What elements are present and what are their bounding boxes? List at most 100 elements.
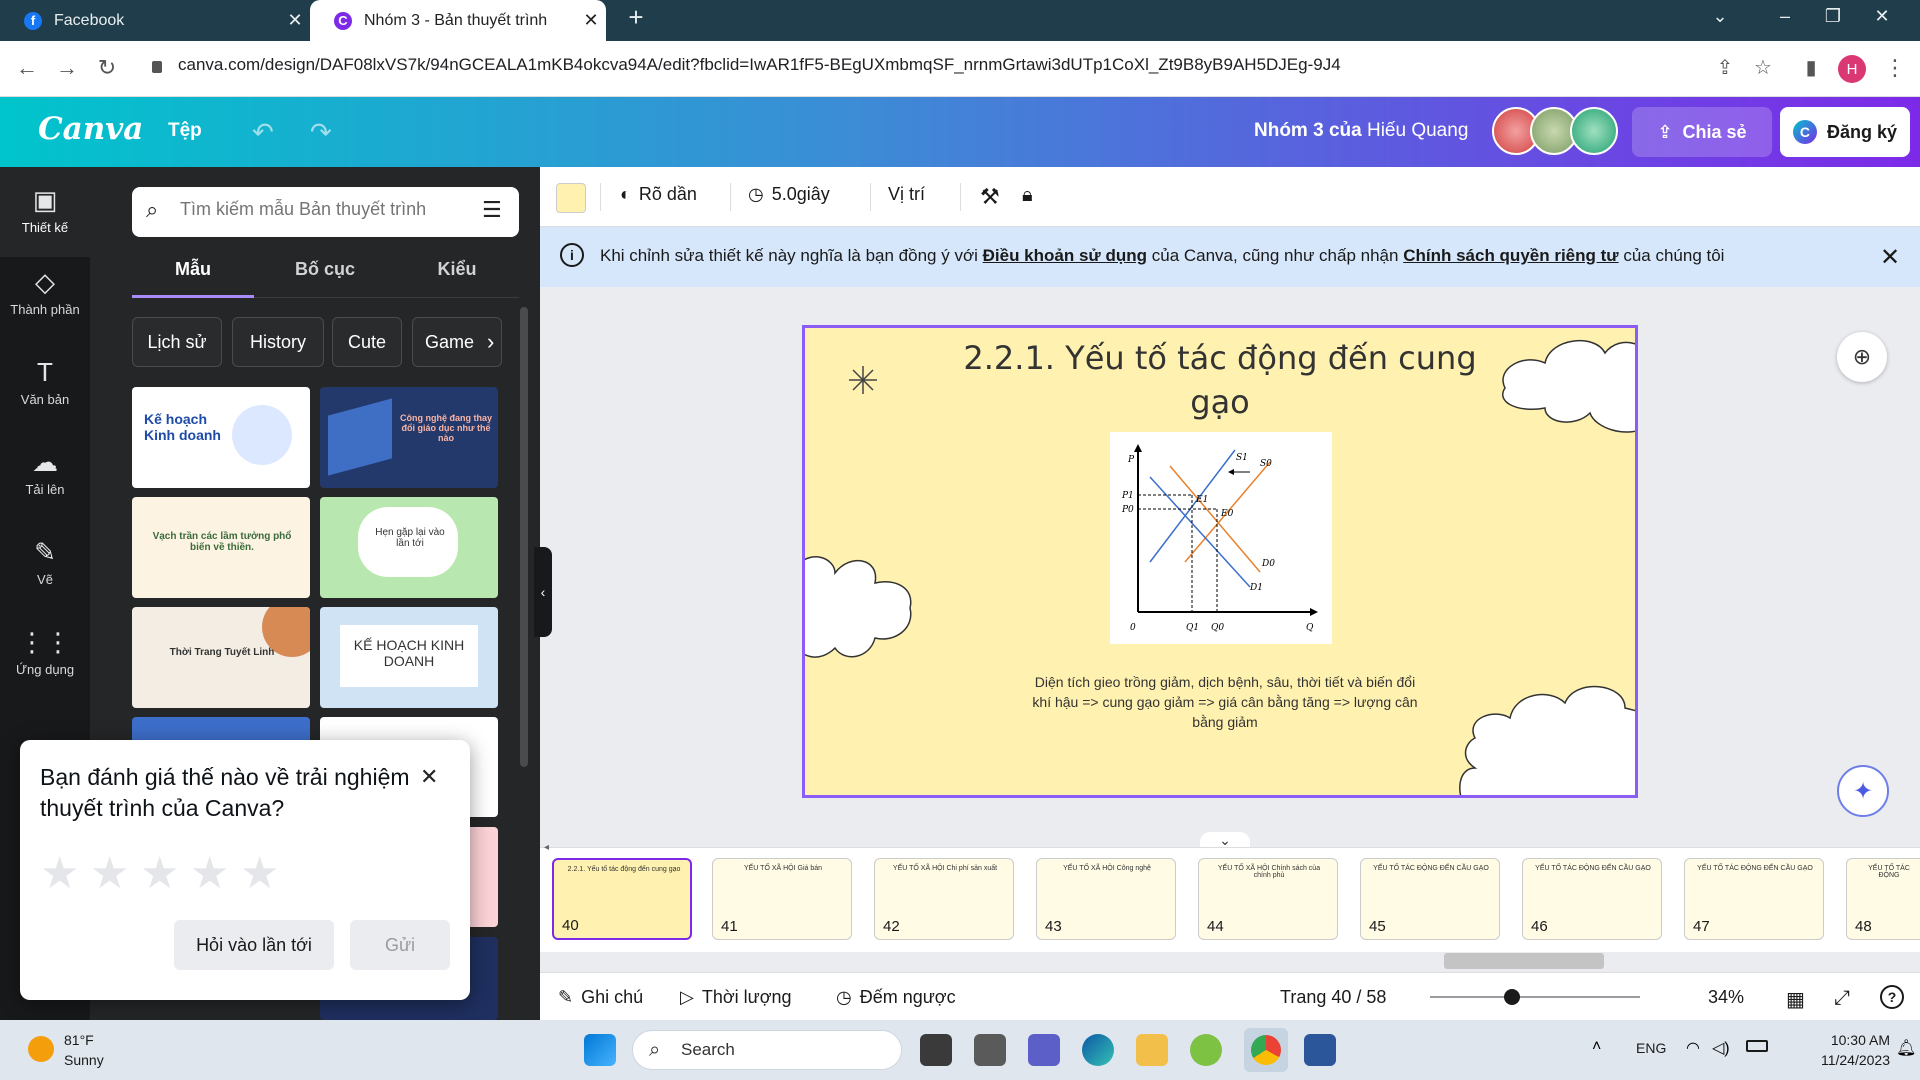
star-icon[interactable]: ★ bbox=[190, 848, 229, 899]
page-thumbnail[interactable]: YẾU TỐ TÁC ĐỘNG ĐẾN CẦU GẠO 45 bbox=[1360, 858, 1500, 940]
reload-icon[interactable]: ↻ bbox=[92, 55, 122, 81]
filter-icon[interactable]: ☰ bbox=[482, 197, 502, 223]
comment-button[interactable]: ⊕ bbox=[1837, 332, 1887, 382]
tab-styles[interactable]: Kiểu bbox=[402, 259, 512, 280]
close-notice-icon[interactable]: ✕ bbox=[1880, 243, 1900, 272]
filmstrip-scrollbar[interactable] bbox=[1444, 953, 1604, 969]
notification-icon[interactable]: 🔔︎ bbox=[1896, 1038, 1916, 1058]
ask-later-button[interactable]: Hỏi vào lần tới bbox=[174, 920, 334, 970]
language-indicator[interactable]: ENG bbox=[1636, 1040, 1666, 1056]
rail-item-design[interactable]: ▣ Thiết kế bbox=[0, 167, 90, 257]
page-thumbnail[interactable]: YẾU TỐ XÃ HỘI Chính sách của chính phủ 4… bbox=[1198, 858, 1338, 940]
send-button[interactable]: Gửi bbox=[350, 920, 450, 970]
star-icon[interactable]: ★ bbox=[140, 848, 179, 899]
template-card[interactable]: Kế hoạch Kinh doanh bbox=[132, 387, 310, 488]
task-view-icon[interactable] bbox=[974, 1034, 1006, 1066]
magic-assistant-button[interactable]: ✦ bbox=[1837, 765, 1889, 817]
chevron-right-icon[interactable]: › bbox=[487, 329, 494, 355]
chip-history[interactable]: History bbox=[232, 317, 324, 367]
page-thumbnail[interactable]: YẾU TỐ TÁC ĐỘNG ĐẾN CẦU GẠO 47 bbox=[1684, 858, 1824, 940]
zoom-level[interactable]: 34% bbox=[1708, 987, 1744, 1008]
rail-item-draw[interactable]: ✎ Vẽ bbox=[0, 537, 90, 587]
rail-item-elements[interactable]: ◇ Thành phần bbox=[0, 267, 90, 317]
slide-caption[interactable]: Diện tích gieo trồng giảm, dịch bệnh, sâ… bbox=[1025, 672, 1425, 732]
close-tab-icon[interactable]: ✕ bbox=[280, 10, 310, 31]
tab-search-icon[interactable]: ⌄ bbox=[1700, 6, 1740, 27]
duration-button[interactable]: ▷ Thời lượng bbox=[680, 987, 792, 1008]
collapse-panel-icon[interactable]: ‹ bbox=[534, 547, 552, 637]
canva-logo[interactable]: Canva bbox=[38, 111, 143, 147]
star-icon[interactable]: ★ bbox=[90, 848, 129, 899]
taskbar-search[interactable]: ⌕ Search bbox=[632, 1030, 902, 1070]
file-menu[interactable]: Tệp bbox=[168, 120, 202, 142]
scroll-left-icon[interactable]: ◂ bbox=[544, 842, 549, 853]
slide-canvas[interactable]: 2.2.1. Yếu tố tác động đến cung gạo P P1… bbox=[802, 325, 1638, 798]
close-window-icon[interactable]: ✕ bbox=[1862, 6, 1902, 27]
position-button[interactable]: Vị trí bbox=[888, 184, 925, 205]
page-thumbnail[interactable]: 2.2.1. Yếu tố tác động đến cung gạo 40 bbox=[552, 858, 692, 940]
redo-icon[interactable]: ↷ bbox=[310, 117, 332, 148]
app-icon[interactable] bbox=[1190, 1034, 1222, 1066]
share-page-icon[interactable]: ⇪ bbox=[1710, 55, 1740, 80]
page-thumbnail[interactable]: YẾU TỐ TÁC ĐỘNG 48 bbox=[1846, 858, 1920, 940]
zoom-slider-handle[interactable] bbox=[1504, 989, 1520, 1005]
share-button[interactable]: ⇪ Chia sẻ bbox=[1632, 107, 1772, 157]
panel-scrollbar[interactable] bbox=[520, 307, 528, 767]
lock-icon[interactable]: 🔒︎ bbox=[1022, 184, 1033, 207]
template-card[interactable]: Hẹn gặp lại vào lần tới bbox=[320, 497, 498, 598]
url-field[interactable]: canva.com/design/DAF08lxVS7k/94nGCEALA1m… bbox=[178, 55, 1341, 75]
zoom-slider-track[interactable] bbox=[1430, 996, 1640, 998]
start-icon[interactable] bbox=[584, 1034, 616, 1066]
chip-cute[interactable]: Cute bbox=[332, 317, 402, 367]
edge-icon[interactable] bbox=[1082, 1034, 1114, 1066]
chip-game[interactable]: Game › bbox=[412, 317, 502, 367]
rail-item-apps[interactable]: ⋮⋮ Ứng dụng bbox=[0, 627, 90, 677]
page-thumbnail[interactable]: YẾU TỐ TÁC ĐỘNG ĐẾN CẦU GẠO 46 bbox=[1522, 858, 1662, 940]
background-color-swatch[interactable] bbox=[556, 183, 586, 213]
tab-canva[interactable]: C Nhóm 3 - Bản thuyết trình ✕ bbox=[310, 0, 606, 41]
wifi-icon[interactable]: ◠ bbox=[1686, 1038, 1700, 1058]
profile-avatar[interactable]: H bbox=[1838, 55, 1866, 83]
chip-history-vi[interactable]: Lịch sử bbox=[132, 317, 222, 367]
minimize-icon[interactable]: – bbox=[1765, 6, 1805, 27]
page-thumbnail[interactable]: YẾU TỐ XÃ HỘI Chi phí sản xuất 42 bbox=[874, 858, 1014, 940]
timer-button[interactable]: ◷ Đếm ngược bbox=[836, 987, 956, 1008]
word-icon[interactable] bbox=[1304, 1034, 1336, 1066]
tab-facebook[interactable]: f Facebook ✕ bbox=[0, 0, 310, 41]
supply-demand-graph[interactable]: P P1 P0 0 Q1 Q0 Q S1 S0 D0 D1 E1 E0 bbox=[1110, 432, 1332, 644]
timing-button[interactable]: ◷ 5.0giây bbox=[748, 184, 830, 205]
chevron-up-icon[interactable]: ˄ bbox=[1592, 1038, 1601, 1056]
help-icon[interactable]: ? bbox=[1880, 985, 1904, 1009]
terms-link[interactable]: Điều khoản sử dụng bbox=[983, 246, 1147, 265]
chrome-taskbar-button[interactable] bbox=[1244, 1028, 1288, 1072]
rail-item-text[interactable]: T Văn bản bbox=[0, 357, 90, 407]
paint-roller-icon[interactable]: ⚒ bbox=[980, 184, 1000, 210]
bookmark-star-icon[interactable]: ☆ bbox=[1748, 55, 1778, 80]
file-explorer-icon[interactable] bbox=[1136, 1034, 1168, 1066]
side-panel-icon[interactable]: ▮ bbox=[1796, 55, 1826, 80]
maximize-icon[interactable]: ❐ bbox=[1813, 6, 1853, 27]
star-icon[interactable]: ★ bbox=[240, 848, 279, 899]
weather-widget[interactable]: 81°F Sunny bbox=[28, 1030, 104, 1070]
collaborator-avatar[interactable] bbox=[1570, 107, 1618, 155]
system-clock[interactable]: 10:30 AM 11/24/2023 bbox=[1786, 1030, 1890, 1070]
forward-icon[interactable]: → bbox=[52, 55, 82, 81]
notes-button[interactable]: ✎ Ghi chú bbox=[558, 987, 643, 1008]
close-tab-icon[interactable]: ✕ bbox=[576, 10, 606, 31]
template-card[interactable]: KẾ HOẠCH KINH DOANH bbox=[320, 607, 498, 708]
page-thumbnail[interactable]: YẾU TỐ XÃ HỘI Giá bán 41 bbox=[712, 858, 852, 940]
tab-layouts[interactable]: Bố cục bbox=[270, 259, 380, 280]
template-card[interactable]: Công nghệ đang thay đổi giáo dục như thế… bbox=[320, 387, 498, 488]
app-icon[interactable] bbox=[920, 1034, 952, 1066]
template-card[interactable]: Vạch trần các lầm tưởng phổ biến về thiề… bbox=[132, 497, 310, 598]
template-card[interactable]: Thời Trang Tuyết Linh bbox=[132, 607, 310, 708]
tab-templates[interactable]: Mẫu bbox=[138, 259, 248, 280]
page-indicator[interactable]: Trang 40 / 58 bbox=[1280, 987, 1386, 1008]
page-thumbnail[interactable]: YẾU TỐ XÃ HỘI Công nghệ 43 bbox=[1036, 858, 1176, 940]
animation-button[interactable]: ◐ Rõ dần bbox=[620, 184, 697, 205]
signup-button[interactable]: C Đăng ký bbox=[1780, 107, 1910, 157]
teams-icon[interactable] bbox=[1028, 1034, 1060, 1066]
volume-icon[interactable]: ◁) bbox=[1712, 1038, 1730, 1058]
slide-title[interactable]: 2.2.1. Yếu tố tác động đến cung gạo bbox=[955, 336, 1485, 424]
battery-icon[interactable] bbox=[1746, 1040, 1768, 1052]
